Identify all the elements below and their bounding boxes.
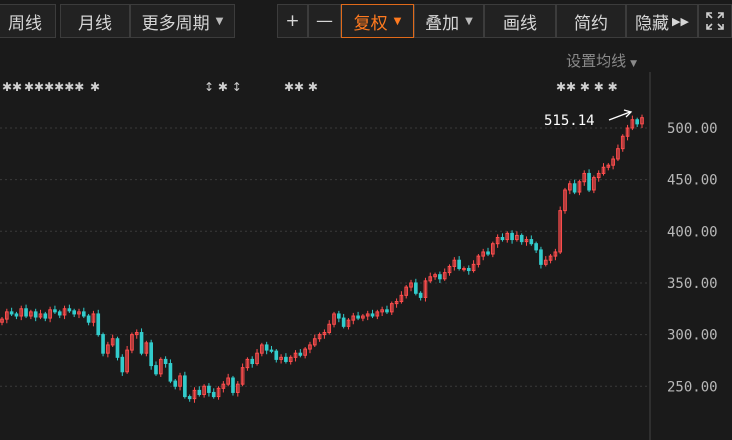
candle-down <box>587 172 591 191</box>
candlestick-chart: 250.00 300.00 350.00 400.00 450.00 500.00 ✱✱ … <box>0 72 718 440</box>
candle-down <box>115 338 120 358</box>
candle-down <box>101 334 105 354</box>
event-marker[interactable]: ✱✱ ✱ <box>284 80 318 94</box>
candle-down <box>231 377 235 393</box>
candle-down <box>385 309 389 313</box>
candle-down <box>187 396 192 400</box>
peak-annotation: 515.14 <box>544 109 633 129</box>
candle-down <box>534 243 538 251</box>
candle-down <box>120 356 125 373</box>
y-tick-label: 500.00 <box>667 121 718 137</box>
candle-down <box>370 313 375 317</box>
candle-down <box>529 239 534 245</box>
candle-down <box>81 311 86 317</box>
candle-down <box>9 311 14 315</box>
candle-down <box>33 311 38 318</box>
event-marker[interactable]: ✱✱ ✱ ✱ ✱ <box>556 80 618 94</box>
y-tick-label: 350.00 <box>667 276 718 292</box>
candle-down <box>519 234 524 243</box>
candle-down <box>466 267 471 272</box>
candle-down <box>486 251 490 255</box>
event-marker[interactable]: ✱✱✱✱✱✱ <box>24 80 84 94</box>
candle-down <box>211 391 216 398</box>
candle-down <box>72 310 77 315</box>
y-tick-label: 400.00 <box>667 224 718 240</box>
y-tick-label: 300.00 <box>667 328 718 344</box>
candle-down <box>274 350 279 360</box>
candle-down <box>163 358 168 365</box>
candle-down <box>438 274 442 280</box>
candle-down <box>24 308 28 317</box>
candle-down <box>57 311 62 316</box>
candle-down <box>53 309 57 313</box>
candle-down <box>572 183 577 193</box>
candle-down <box>67 308 72 312</box>
candle-down <box>298 352 303 356</box>
event-marker[interactable]: ✱ <box>90 80 100 94</box>
candle-down <box>510 232 514 241</box>
candle-down <box>168 363 173 382</box>
candle-down <box>149 342 153 367</box>
candle-down <box>173 380 178 387</box>
event-marker[interactable]: ↕ ✱ ↕ <box>204 80 242 94</box>
candle-down <box>418 292 423 298</box>
candle-down <box>183 375 187 398</box>
candle-down <box>500 236 505 241</box>
candle-down <box>341 317 346 327</box>
event-markers: ✱✱ ✱✱✱✱✱✱ ✱ ↕ ✱ ↕ ✱✱ ✱ ✱✱ ✱ ✱ ✱ <box>2 80 618 94</box>
candle-down <box>284 356 288 362</box>
y-tick-label: 450.00 <box>667 173 718 189</box>
y-axis-ticks: 250.00 300.00 350.00 400.00 450.00 500.00 <box>667 121 718 395</box>
candle-down <box>96 313 101 336</box>
candle-down <box>86 315 91 323</box>
candle-down <box>337 313 341 319</box>
candle-down <box>356 315 360 319</box>
candle-down <box>269 349 274 352</box>
event-marker[interactable]: ✱✱ <box>2 80 22 94</box>
candles <box>0 114 644 403</box>
candle-down <box>207 385 211 393</box>
candle-down <box>414 282 418 294</box>
candle-down <box>154 365 158 375</box>
candle-down <box>197 389 202 396</box>
candle-down <box>43 313 48 319</box>
y-tick-label: 250.00 <box>667 379 718 395</box>
candle-down <box>635 119 640 125</box>
candle-down <box>539 249 543 265</box>
candle-down <box>139 332 144 354</box>
peak-price-label: 515.14 <box>544 113 595 129</box>
candle-down <box>14 313 19 317</box>
candle-down <box>264 344 269 351</box>
candle-down <box>250 358 255 365</box>
candle-down <box>457 259 461 269</box>
